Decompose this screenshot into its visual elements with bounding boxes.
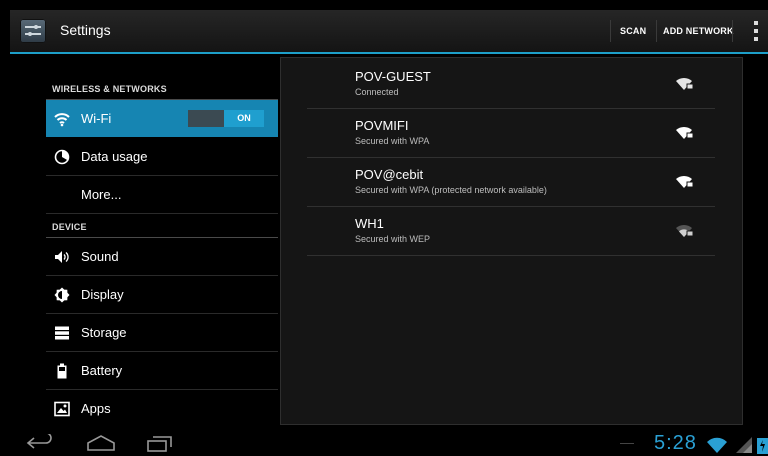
sidebar-item-label: Battery	[81, 363, 123, 378]
add-network-button[interactable]: ADD NETWORK	[663, 10, 734, 52]
divider	[656, 20, 657, 42]
wifi-icon	[54, 113, 70, 127]
network-item[interactable]: WH1 Secured with WEP	[307, 207, 715, 256]
data-usage-icon	[54, 149, 70, 165]
network-ssid: POV@cebit	[355, 167, 424, 182]
toggle-on-label: ON	[224, 110, 264, 127]
wifi-network-list: POV-GUEST Connected POVMIFI Secured with…	[280, 57, 743, 425]
network-status: Connected	[355, 87, 399, 97]
network-status: Secured with WPA (protected network avai…	[355, 185, 547, 195]
navigation-bar	[0, 430, 768, 456]
sidebar-item-data-usage[interactable]: Data usage	[46, 138, 278, 176]
sidebar-item-display[interactable]: Display	[46, 276, 278, 314]
sidebar-item-label: More...	[81, 187, 122, 202]
sidebar-item-battery[interactable]: Battery	[46, 352, 278, 390]
recent-apps-icon[interactable]	[146, 434, 174, 452]
storage-icon	[55, 326, 69, 340]
sidebar-item-label: Data usage	[81, 149, 148, 164]
sidebar-item-label: Sound	[81, 249, 119, 264]
screen: Settings SCAN ADD NETWORK WIRELESS & NET…	[0, 0, 768, 456]
network-status: Secured with WPA	[355, 136, 430, 146]
divider	[732, 20, 733, 42]
speaker-icon	[55, 251, 69, 263]
wifi-toggle[interactable]: ON	[188, 110, 264, 127]
category-header: DEVICE	[46, 214, 278, 238]
network-ssid: POVMIFI	[355, 118, 409, 133]
sidebar-item-sound[interactable]: Sound	[46, 238, 278, 276]
sidebar-item-label: Wi-Fi	[81, 111, 112, 126]
sidebar-item-more[interactable]: More...	[46, 176, 278, 214]
battery-charging-icon	[757, 438, 768, 454]
battery-icon	[57, 363, 67, 379]
category-header: WIRELESS & NETWORKS	[46, 62, 278, 100]
network-status: Secured with WEP	[355, 234, 431, 244]
network-ssid: POV-GUEST	[355, 69, 431, 84]
network-item[interactable]: POVMIFI Secured with WPA	[307, 109, 715, 158]
sidebar-item-storage[interactable]: Storage	[46, 314, 278, 352]
category-label: DEVICE	[52, 222, 87, 232]
wifi-signal-locked-icon	[676, 175, 694, 188]
brightness-icon	[54, 287, 70, 303]
wifi-signal-locked-icon	[676, 77, 694, 90]
network-item[interactable]: POV-GUEST Connected	[307, 60, 715, 109]
category-label: WIRELESS & NETWORKS	[52, 84, 167, 94]
network-item[interactable]: POV@cebit Secured with WPA (protected ne…	[307, 158, 715, 207]
sidebar-item-label: Display	[81, 287, 124, 302]
wifi-status-icon	[707, 437, 727, 453]
cell-signal-icon	[736, 437, 752, 453]
back-icon[interactable]	[26, 434, 54, 452]
sidebar-item-apps[interactable]: Apps	[46, 390, 278, 427]
settings-sidebar: WIRELESS & NETWORKS Wi-Fi ON Data usage	[46, 62, 278, 422]
sidebar-item-label: Apps	[81, 401, 111, 416]
sidebar-item-wifi[interactable]: Wi-Fi ON	[46, 100, 278, 137]
notification-dash	[620, 443, 634, 444]
toggle-off-side	[188, 110, 228, 127]
network-ssid: WH1	[355, 216, 384, 231]
scan-button[interactable]: SCAN	[620, 10, 646, 52]
divider	[610, 20, 611, 42]
apps-icon	[54, 401, 70, 417]
overflow-menu-icon[interactable]	[750, 18, 762, 44]
home-icon[interactable]	[86, 434, 116, 452]
status-clock: 5:28	[654, 432, 697, 454]
settings-app-icon[interactable]	[20, 19, 46, 43]
sidebar-item-label: Storage	[81, 325, 127, 340]
wifi-signal-locked-icon	[676, 224, 694, 237]
app-title: Settings	[60, 22, 111, 38]
action-bar: Settings SCAN ADD NETWORK	[10, 10, 768, 54]
wifi-signal-locked-icon	[676, 126, 694, 139]
